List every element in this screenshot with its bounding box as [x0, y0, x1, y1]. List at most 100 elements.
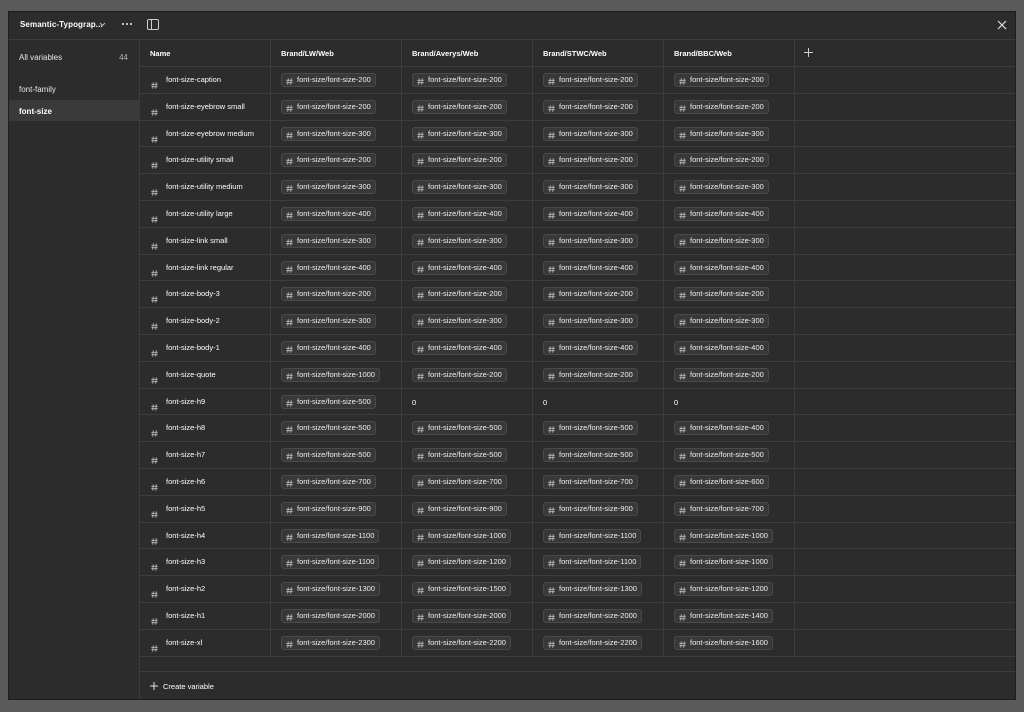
variable-value-cell[interactable]: font-size/font-size-400 — [271, 334, 402, 361]
variable-name-cell[interactable]: font-size-body-3 — [140, 281, 271, 308]
variable-value-cell[interactable]: font-size/font-size-200 — [271, 281, 402, 308]
variable-value-cell[interactable]: font-size/font-size-400 — [533, 334, 664, 361]
variable-value-cell[interactable]: font-size/font-size-500 — [533, 415, 664, 442]
alias-pill[interactable]: font-size/font-size-700 — [543, 474, 638, 489]
alias-pill[interactable]: font-size/font-size-300 — [281, 314, 376, 329]
variable-name-cell[interactable]: font-size-h2 — [140, 576, 271, 602]
table-row[interactable]: font-size-quote font-size/font-size-1000 f… — [140, 361, 1015, 389]
variable-value-cell[interactable]: font-size/font-size-400 — [402, 334, 533, 361]
variable-value-cell[interactable]: font-size/font-size-200 — [533, 67, 664, 93]
table-row[interactable]: font-size-body-1 font-size/font-size-400 f… — [140, 334, 1015, 362]
variable-value-cell[interactable]: font-size/font-size-500 — [664, 442, 795, 468]
alias-pill[interactable]: font-size/font-size-200 — [412, 99, 507, 114]
alias-pill[interactable]: font-size/font-size-200 — [543, 287, 638, 302]
alias-pill[interactable]: font-size/font-size-500 — [543, 448, 638, 463]
alias-pill[interactable]: font-size/font-size-700 — [674, 501, 769, 516]
variable-value-cell[interactable]: font-size/font-size-500 — [271, 442, 402, 468]
alias-pill[interactable]: font-size/font-size-300 — [674, 180, 769, 195]
variable-value-cell[interactable]: font-size/font-size-1000 — [271, 361, 402, 388]
variable-value-cell[interactable]: font-size/font-size-2000 — [271, 602, 402, 629]
variable-value-cell[interactable]: font-size/font-size-900 — [271, 495, 402, 522]
variable-value-cell[interactable]: font-size/font-size-300 — [664, 308, 795, 334]
table-row[interactable]: font-size-h6 font-size/font-size-700 font-… — [140, 468, 1015, 496]
variable-value-cell[interactable]: font-size/font-size-2000 — [402, 602, 533, 629]
alias-pill[interactable]: font-size/font-size-300 — [543, 233, 638, 248]
variable-value-cell[interactable]: font-size/font-size-400 — [271, 200, 402, 227]
ellipsis-icon[interactable] — [121, 21, 133, 27]
variable-name-cell[interactable]: font-size-h6 — [140, 468, 271, 495]
variable-value-cell[interactable]: font-size/font-size-300 — [271, 120, 402, 147]
variable-value-cell[interactable]: font-size/font-size-2000 — [533, 602, 664, 629]
alias-pill[interactable]: font-size/font-size-1100 — [281, 528, 380, 543]
alias-pill[interactable]: font-size/font-size-900 — [412, 501, 507, 516]
variable-value-cell[interactable]: font-size/font-size-500 — [402, 415, 533, 442]
variable-value-cell[interactable]: font-size/font-size-300 — [402, 120, 533, 147]
table-row[interactable]: font-size-utility large font-size/font-si… — [140, 200, 1015, 228]
table-row[interactable]: font-size-h4 font-size/font-size-1100 font… — [140, 522, 1015, 550]
variable-value-cell[interactable]: font-size/font-size-300 — [533, 120, 664, 147]
variable-value-cell[interactable]: font-size/font-size-500 — [271, 415, 402, 442]
alias-pill[interactable]: font-size/font-size-400 — [543, 340, 638, 355]
alias-pill[interactable]: font-size/font-size-700 — [281, 474, 376, 489]
variable-name-cell[interactable]: font-size-eyebrow medium — [140, 120, 271, 147]
alias-pill[interactable]: font-size/font-size-300 — [412, 314, 507, 329]
table-row[interactable]: font-size-h8 font-size/font-size-500 font-… — [140, 415, 1015, 443]
variable-name-cell[interactable]: font-size-h9 — [140, 388, 271, 415]
table-row[interactable]: font-size-utility medium font-size/font-s… — [140, 174, 1015, 201]
variable-value-cell[interactable]: font-size/font-size-1100 — [271, 549, 402, 576]
alias-pill[interactable]: font-size/font-size-1000 — [412, 528, 511, 543]
variable-value-cell[interactable]: font-size/font-size-400 — [664, 334, 795, 361]
variable-value-cell[interactable]: font-size/font-size-700 — [664, 495, 795, 522]
alias-pill[interactable]: font-size/font-size-400 — [674, 421, 769, 436]
variable-name-cell[interactable]: font-size-utility small — [140, 147, 271, 174]
variable-name-cell[interactable]: font-size-xl — [140, 629, 271, 656]
alias-pill[interactable]: font-size/font-size-2200 — [543, 635, 642, 650]
alias-pill[interactable]: font-size/font-size-1000 — [281, 367, 380, 382]
alias-pill[interactable]: font-size/font-size-400 — [412, 340, 507, 355]
alias-pill[interactable]: font-size/font-size-200 — [674, 367, 769, 382]
variable-value-cell[interactable]: font-size/font-size-500 — [533, 442, 664, 468]
alias-pill[interactable]: font-size/font-size-200 — [674, 153, 769, 168]
variable-name-cell[interactable]: font-size-body-1 — [140, 334, 271, 361]
alias-pill[interactable]: font-size/font-size-900 — [543, 501, 638, 516]
alias-pill[interactable]: font-size/font-size-400 — [281, 260, 376, 275]
alias-pill[interactable]: font-size/font-size-1600 — [674, 635, 773, 650]
variable-value-cell[interactable]: font-size/font-size-400 — [664, 254, 795, 281]
alias-pill[interactable]: font-size/font-size-1300 — [543, 582, 642, 597]
table-row[interactable]: font-size-h5 font-size/font-size-900 font-… — [140, 495, 1015, 523]
variable-value-cell[interactable]: font-size/font-size-2300 — [271, 629, 402, 656]
table-row[interactable]: font-size-h9 font-size/font-size-500 0 0 0 — [140, 388, 1015, 416]
alias-pill[interactable]: font-size/font-size-1400 — [674, 608, 773, 623]
table-row[interactable]: font-size-eyebrow small font-size/font-si… — [140, 93, 1015, 121]
variable-value-cell[interactable]: font-size/font-size-1100 — [533, 522, 664, 549]
alias-pill[interactable]: font-size/font-size-200 — [674, 73, 769, 87]
variable-value-cell[interactable]: font-size/font-size-500 — [402, 442, 533, 468]
alias-pill[interactable]: font-size/font-size-1100 — [543, 555, 642, 570]
variable-value-cell[interactable]: font-size/font-size-1000 — [402, 522, 533, 549]
alias-pill[interactable]: font-size/font-size-400 — [674, 206, 769, 221]
variable-name-cell[interactable]: font-size-utility medium — [140, 174, 271, 200]
variable-value-cell[interactable]: font-size/font-size-300 — [533, 227, 664, 254]
variable-value-cell[interactable]: font-size/font-size-1100 — [271, 522, 402, 549]
alias-pill[interactable]: font-size/font-size-300 — [674, 126, 769, 141]
alias-pill[interactable]: font-size/font-size-200 — [674, 99, 769, 114]
variable-value-cell[interactable]: font-size/font-size-200 — [533, 361, 664, 388]
variable-value-cell[interactable]: font-size/font-size-200 — [664, 281, 795, 308]
variable-value-cell[interactable]: font-size/font-size-400 — [664, 200, 795, 227]
variable-value-cell[interactable]: 0 — [533, 388, 664, 415]
variable-value-cell[interactable]: font-size/font-size-200 — [402, 361, 533, 388]
variable-value-cell[interactable]: font-size/font-size-300 — [664, 120, 795, 147]
variable-value-cell[interactable]: font-size/font-size-700 — [533, 468, 664, 495]
variable-name-cell[interactable]: font-size-h1 — [140, 602, 271, 629]
alias-pill[interactable]: font-size/font-size-200 — [412, 287, 507, 302]
variable-value-cell[interactable]: font-size/font-size-1300 — [271, 576, 402, 602]
variable-value-cell[interactable]: font-size/font-size-200 — [271, 67, 402, 93]
variable-value-cell[interactable]: font-size/font-size-300 — [533, 308, 664, 334]
alias-pill[interactable]: font-size/font-size-1200 — [412, 555, 511, 570]
alias-pill[interactable]: font-size/font-size-300 — [674, 314, 769, 329]
alias-pill[interactable]: font-size/font-size-200 — [543, 99, 638, 114]
alias-pill[interactable]: font-size/font-size-600 — [674, 474, 769, 489]
variable-value-cell[interactable]: font-size/font-size-1300 — [533, 576, 664, 602]
alias-pill[interactable]: font-size/font-size-500 — [674, 448, 769, 463]
variable-value-cell[interactable]: font-size/font-size-900 — [402, 495, 533, 522]
